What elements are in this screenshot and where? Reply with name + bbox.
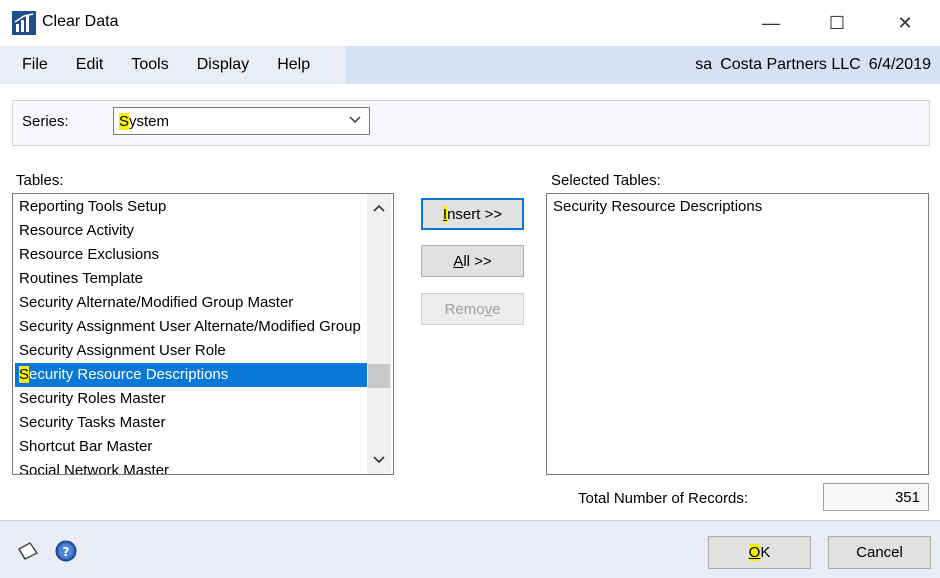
- scrollbar-thumb[interactable]: [368, 364, 390, 388]
- selected-item-rest: ecurity Resource Descriptions: [29, 366, 229, 383]
- title-bar: [0, 0, 940, 46]
- tables-list[interactable]: Reporting Tools Setup Resource Activity …: [12, 193, 394, 475]
- ok-key-letter: O: [748, 544, 761, 561]
- scrollbar-track[interactable]: [367, 194, 391, 474]
- list-item[interactable]: Security Roles Master: [15, 387, 368, 411]
- series-dropdown[interactable]: System: [113, 107, 370, 135]
- list-item[interactable]: Security Alternate/Modified Group Master: [15, 291, 368, 315]
- selected-tables-list[interactable]: [546, 193, 929, 475]
- remove-label-pre: Remo: [444, 300, 485, 318]
- list-item[interactable]: Social Network Master: [15, 459, 368, 474]
- status-info: sa Costa Partners LLC 6/4/2019: [687, 46, 931, 84]
- ok-key: O: [748, 544, 761, 561]
- menu-tools[interactable]: Tools: [131, 56, 168, 74]
- status-date: 6/4/2019: [868, 56, 931, 73]
- list-item[interactable]: Security Assignment User Alternate/Modif…: [15, 315, 368, 339]
- menu-items: File Edit Tools Display Help: [0, 46, 346, 84]
- list-item[interactable]: Reporting Tools Setup: [15, 195, 368, 219]
- close-button[interactable]: ✕: [882, 0, 928, 46]
- ok-button[interactable]: OK: [708, 536, 811, 569]
- records-value: 351: [823, 483, 929, 511]
- scroll-up-icon[interactable]: [367, 197, 391, 219]
- menu-help[interactable]: Help: [277, 56, 310, 74]
- series-value-first-letter: S: [119, 112, 130, 130]
- series-label: Series:: [22, 113, 69, 130]
- menu-edit[interactable]: Edit: [76, 56, 104, 74]
- records-label: Total Number of Records:: [578, 490, 749, 507]
- all-label: ll >>: [463, 252, 492, 270]
- selected-item-first-letter: S: [19, 366, 30, 383]
- status-company: Costa Partners LLC: [720, 56, 861, 73]
- menu-file[interactable]: File: [22, 56, 48, 74]
- remove-label-post: e: [492, 300, 501, 318]
- selected-table-item[interactable]: Security Resource Descriptions: [553, 198, 762, 215]
- minimize-button[interactable]: —: [748, 0, 794, 46]
- remove-key: v: [484, 300, 493, 318]
- list-item[interactable]: Security Assignment User Role: [15, 339, 368, 363]
- list-item[interactable]: Shortcut Bar Master: [15, 435, 368, 459]
- list-item[interactable]: Routines Template: [15, 267, 368, 291]
- selected-tables-label: Selected Tables:: [551, 172, 661, 189]
- list-item-selected[interactable]: Security Resource Descriptions: [15, 363, 368, 387]
- svg-text:?: ?: [63, 545, 70, 559]
- app-logo-icon: [12, 11, 36, 35]
- maximize-button[interactable]: ☐: [814, 0, 860, 46]
- help-icon[interactable]: ?: [55, 540, 77, 562]
- scroll-down-icon[interactable]: [367, 449, 391, 471]
- window-title: Clear Data: [42, 13, 119, 30]
- chevron-down-icon[interactable]: [348, 111, 362, 127]
- insert-label: nsert >>: [447, 205, 503, 223]
- note-icon[interactable]: [16, 541, 40, 561]
- list-item[interactable]: Security Tasks Master: [15, 411, 368, 435]
- remove-button[interactable]: Remo v e: [421, 293, 524, 325]
- all-button[interactable]: All >>: [421, 245, 524, 277]
- series-value-rest: ystem: [129, 112, 170, 130]
- ok-label: K: [760, 544, 771, 561]
- cancel-button[interactable]: Cancel: [828, 536, 931, 569]
- list-item[interactable]: Resource Exclusions: [15, 243, 368, 267]
- insert-button[interactable]: Insert >>: [421, 198, 524, 230]
- status-user: sa: [695, 56, 713, 73]
- all-key: A: [453, 252, 464, 270]
- list-item[interactable]: Resource Activity: [15, 219, 368, 243]
- menu-display[interactable]: Display: [197, 56, 249, 74]
- tables-label: Tables:: [16, 172, 64, 189]
